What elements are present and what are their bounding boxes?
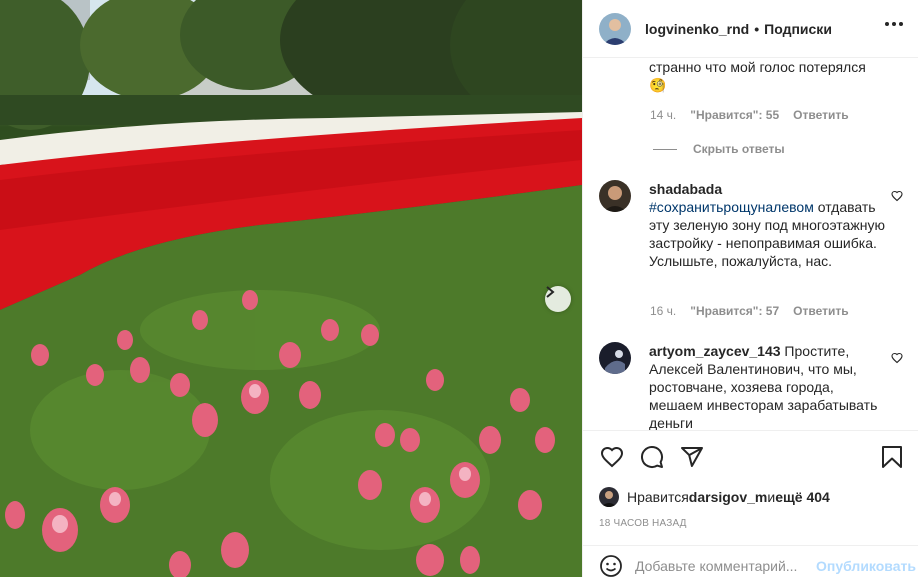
reply-button[interactable]: Ответить (793, 304, 848, 318)
reply-button[interactable]: Ответить (793, 108, 848, 122)
hide-replies-label: Скрыть ответы (693, 142, 785, 156)
heart-icon[interactable] (891, 190, 903, 202)
comment-likes[interactable]: "Нравится": 55 (690, 108, 779, 122)
thinking-face-emoji: 🧐 (649, 77, 667, 93)
likes-summary: Нравится darsigov_m и ещё 404 (599, 487, 830, 507)
post-header: logvinenko_rnd • Подписки (583, 0, 918, 58)
other-likes-link[interactable]: ещё 404 (775, 489, 830, 505)
comment-text: shadabada #сохранитьрощуналевом отдавать… (649, 181, 885, 269)
more-options-icon[interactable] (885, 22, 903, 26)
bookmark-icon[interactable] (881, 445, 903, 469)
comment-time[interactable]: 16 ч. (650, 304, 676, 318)
chevron-right-icon (546, 286, 555, 298)
commenter-avatar[interactable] (599, 342, 631, 374)
hide-replies-button[interactable]: Скрыть ответы (653, 142, 785, 156)
hashtag-link[interactable]: #сохранитьрощуналевом (649, 199, 814, 215)
heart-icon[interactable] (891, 352, 903, 364)
divider-line (653, 148, 677, 150)
post-actions-bar (583, 430, 918, 478)
separator-dot: • (754, 20, 760, 37)
post-photo (0, 0, 582, 577)
likes-conjunction: и (767, 489, 776, 505)
following-button[interactable]: Подписки (764, 21, 832, 37)
next-photo-button[interactable] (545, 286, 571, 312)
comment-meta: 16 ч. "Нравится": 57 Ответить (650, 304, 849, 318)
comment-likes[interactable]: "Нравится": 57 (690, 304, 779, 318)
add-comment-bar: Опубликовать (583, 545, 918, 577)
comment-meta: 14 ч. "Нравится": 55 Ответить (650, 108, 849, 122)
comment-text: странно что мой голос потерялся 🧐 (649, 59, 866, 93)
author-avatar[interactable] (599, 12, 631, 45)
tulip-field-illustration (0, 0, 582, 577)
comment-icon[interactable] (640, 445, 664, 469)
comment-input[interactable] (635, 557, 810, 574)
commenter-username[interactable]: shadabada (649, 181, 722, 197)
liker-avatar[interactable] (599, 487, 619, 507)
post-details-panel: logvinenko_rnd • Подписки странно что мо… (582, 0, 918, 577)
author-username[interactable]: logvinenko_rnd (645, 21, 749, 37)
share-icon[interactable] (680, 445, 704, 469)
emoji-icon[interactable] (599, 554, 623, 577)
publish-comment-button[interactable]: Опубликовать (816, 558, 916, 574)
comments-list[interactable]: странно что мой голос потерялся 🧐 14 ч. … (583, 58, 918, 430)
comment-time[interactable]: 14 ч. (650, 108, 676, 122)
likes-prefix: Нравится (627, 489, 689, 505)
liker-username[interactable]: darsigov_m (689, 489, 768, 505)
comment-text: artyom_zaycev_143 Простите, Алексей Вале… (649, 343, 878, 430)
commenter-username[interactable]: artyom_zaycev_143 (649, 343, 781, 359)
heart-icon[interactable] (599, 445, 625, 469)
post-timestamp[interactable]: 18 ЧАСОВ НАЗАД (599, 518, 687, 529)
commenter-avatar[interactable] (599, 180, 631, 212)
